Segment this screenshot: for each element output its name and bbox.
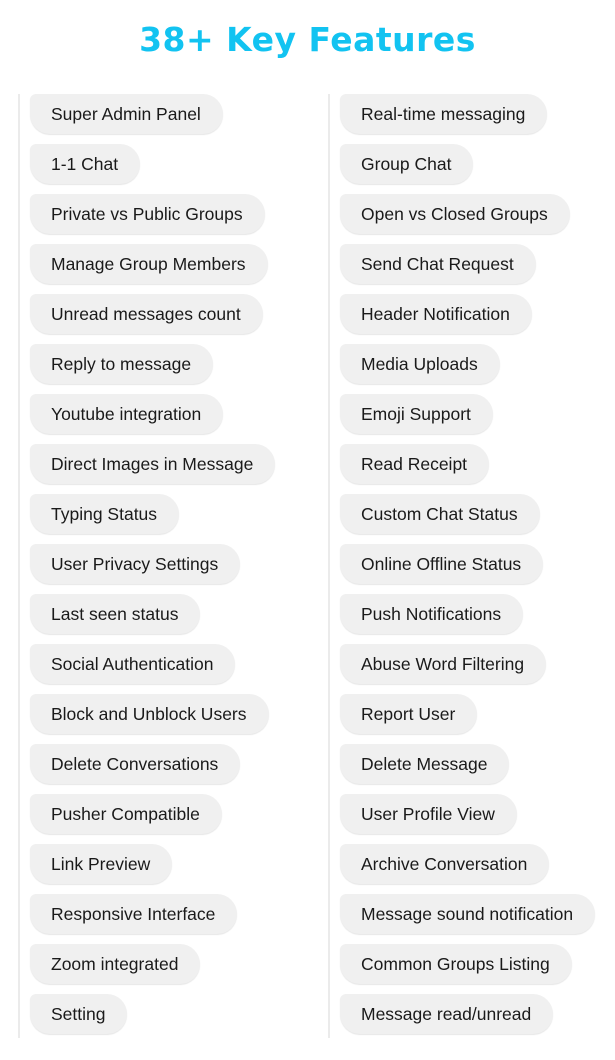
feature-pill: Common Groups Listing	[340, 944, 572, 984]
feature-pill: Group Chat	[340, 144, 474, 184]
feature-pill: Message read/unread	[340, 994, 554, 1034]
feature-pill: Zoom integrated	[30, 944, 201, 984]
feature-pill: Typing Status	[30, 494, 180, 534]
feature-pill: Report User	[340, 694, 478, 734]
feature-item: Reply to message	[20, 344, 320, 394]
feature-pill: Setting	[30, 994, 128, 1034]
feature-pill: Online Offline Status	[340, 544, 544, 584]
feature-pill: Open vs Closed Groups	[340, 194, 570, 234]
feature-item: Youtube integration	[20, 394, 320, 444]
feature-item: User Privacy Settings	[20, 544, 320, 594]
feature-item: Pusher Compatible	[20, 794, 320, 844]
feature-item: Social Authentication	[20, 644, 320, 694]
feature-pill: Header Notification	[340, 294, 532, 334]
feature-pill: Private vs Public Groups	[30, 194, 265, 234]
feature-pill: 1-1 Chat	[30, 144, 141, 184]
feature-item: Real-time messaging	[330, 94, 615, 144]
feature-pill: Delete Conversations	[30, 744, 241, 784]
feature-pill: Read Receipt	[340, 444, 490, 484]
feature-item: Push Notifications	[330, 594, 615, 644]
feature-pill: Link Preview	[30, 844, 173, 884]
feature-item: Typing Status	[20, 494, 320, 544]
page-title: 38+ Key Features	[139, 20, 476, 59]
feature-pill: Youtube integration	[30, 394, 224, 434]
feature-item: Online Offline Status	[330, 544, 615, 594]
feature-item: Super Admin Panel	[20, 94, 320, 144]
feature-item: Responsive Interface	[20, 894, 320, 944]
feature-pill: Pusher Compatible	[30, 794, 222, 834]
feature-item: Media Uploads	[330, 344, 615, 394]
feature-item: Open vs Closed Groups	[330, 194, 615, 244]
feature-pill: Custom Chat Status	[340, 494, 540, 534]
feature-item: Private vs Public Groups	[20, 194, 320, 244]
feature-pill: Real-time messaging	[340, 94, 548, 134]
feature-pill: Emoji Support	[340, 394, 493, 434]
feature-item: Send Chat Request	[330, 244, 615, 294]
feature-item: Block and Unblock Users	[20, 694, 320, 744]
feature-item: Read Receipt	[330, 444, 615, 494]
feature-item: Manage Group Members	[20, 244, 320, 294]
feature-item: Zoom integrated	[20, 944, 320, 994]
feature-item: Setting	[20, 994, 320, 1044]
feature-list-right: Real-time messaging Group Chat Open vs Clo…	[330, 94, 615, 1044]
feature-item: Message read/unread	[330, 994, 615, 1044]
feature-list-left: Super Admin Panel 1-1 Chat Private vs Publ…	[20, 94, 320, 1044]
feature-pill: Media Uploads	[340, 344, 500, 384]
feature-item: Delete Message	[330, 744, 615, 794]
feature-pill: Archive Conversation	[340, 844, 550, 884]
feature-pill: Message sound notification	[340, 894, 596, 934]
feature-item: Direct Images in Message	[20, 444, 320, 494]
feature-item: Message sound notification	[330, 894, 615, 944]
feature-item: Archive Conversation	[330, 844, 615, 894]
feature-item: Custom Chat Status	[330, 494, 615, 544]
feature-item: Common Groups Listing	[330, 944, 615, 994]
feature-pill: Abuse Word Filtering	[340, 644, 547, 684]
feature-item: Unread messages count	[20, 294, 320, 344]
feature-pill: Social Authentication	[30, 644, 236, 684]
feature-pill: User Profile View	[340, 794, 517, 834]
feature-item: Last seen status	[20, 594, 320, 644]
feature-item: Link Preview	[20, 844, 320, 894]
features-column-right: Real-time messaging Group Chat Open vs Clo…	[328, 94, 615, 1038]
feature-item: Report User	[330, 694, 615, 744]
feature-pill: Responsive Interface	[30, 894, 238, 934]
feature-pill: Last seen status	[30, 594, 201, 634]
feature-pill: Direct Images in Message	[30, 444, 276, 484]
feature-item: Header Notification	[330, 294, 615, 344]
feature-pill: Unread messages count	[30, 294, 263, 334]
feature-item: Delete Conversations	[20, 744, 320, 794]
feature-pill: Send Chat Request	[340, 244, 536, 284]
feature-item: Abuse Word Filtering	[330, 644, 615, 694]
feature-pill: Reply to message	[30, 344, 214, 384]
feature-item: 1-1 Chat	[20, 144, 320, 194]
feature-pill: Super Admin Panel	[30, 94, 223, 134]
feature-pill: Block and Unblock Users	[30, 694, 269, 734]
features-column-left: Super Admin Panel 1-1 Chat Private vs Publ…	[18, 94, 320, 1038]
feature-item: Group Chat	[330, 144, 615, 194]
feature-pill: Manage Group Members	[30, 244, 268, 284]
feature-item: Emoji Support	[330, 394, 615, 444]
feature-pill: User Privacy Settings	[30, 544, 241, 584]
feature-pill: Push Notifications	[340, 594, 524, 634]
feature-item: User Profile View	[330, 794, 615, 844]
feature-pill: Delete Message	[340, 744, 510, 784]
